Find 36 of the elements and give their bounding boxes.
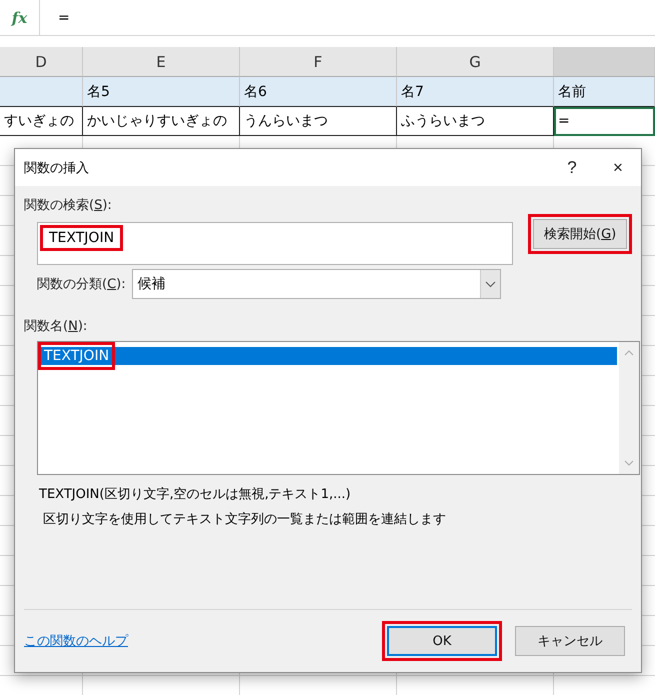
column-header[interactable]: E bbox=[83, 47, 240, 77]
table-cell: 名6 bbox=[240, 77, 397, 107]
category-label: 関数の分類(C): bbox=[37, 276, 126, 293]
table-cell: 名5 bbox=[83, 77, 240, 107]
help-link[interactable]: この関数のヘルプ bbox=[24, 632, 382, 650]
search-button[interactable]: 検索開始(G) bbox=[533, 219, 628, 249]
chevron-down-icon[interactable] bbox=[624, 460, 634, 466]
search-value: TEXTJOIN bbox=[40, 225, 124, 251]
table-cell: 名前 bbox=[554, 77, 655, 107]
function-signature: TEXTJOIN(区切り文字,空のセルは無視,テキスト1,...) bbox=[39, 486, 352, 503]
table-cell: かいじゃりすいぎょの bbox=[83, 107, 240, 136]
close-button[interactable]: × bbox=[595, 149, 641, 186]
dialog-button[interactable]: OK bbox=[387, 626, 497, 656]
table-cell: うんらいまつ bbox=[240, 107, 397, 136]
function-description: 区切り文字を使用してテキスト文字列の一覧または範囲を連結します bbox=[43, 511, 447, 528]
search-field[interactable]: TEXTJOIN bbox=[37, 222, 513, 265]
table-cell: 名7 bbox=[397, 77, 554, 107]
column-header[interactable] bbox=[554, 47, 655, 77]
formula-value[interactable]: = bbox=[40, 0, 70, 35]
list-item[interactable]: TEXTJOIN bbox=[40, 342, 617, 370]
chevron-up-icon[interactable] bbox=[624, 350, 634, 356]
highlight-frame: TEXTJOIN bbox=[38, 342, 116, 370]
category-dropdown[interactable]: 候補 bbox=[132, 269, 501, 299]
help-button[interactable]: ? bbox=[549, 149, 595, 186]
dialog-title: 関数の挿入 bbox=[24, 160, 90, 176]
table-cell: すいぎょの bbox=[0, 107, 83, 136]
scrollbar[interactable] bbox=[619, 342, 639, 474]
column-header[interactable]: G bbox=[397, 47, 554, 77]
table-cell: ふうらいまつ bbox=[397, 107, 554, 136]
dialog-button[interactable]: キャンセル bbox=[515, 626, 625, 656]
chevron-down-icon bbox=[480, 270, 500, 298]
column-header[interactable]: F bbox=[240, 47, 397, 77]
search-label: 関数の検索(S): bbox=[24, 197, 113, 214]
function-list-label: 関数名(N): bbox=[24, 318, 88, 335]
table-cell: = bbox=[554, 107, 655, 136]
column-header[interactable]: D bbox=[0, 47, 83, 77]
